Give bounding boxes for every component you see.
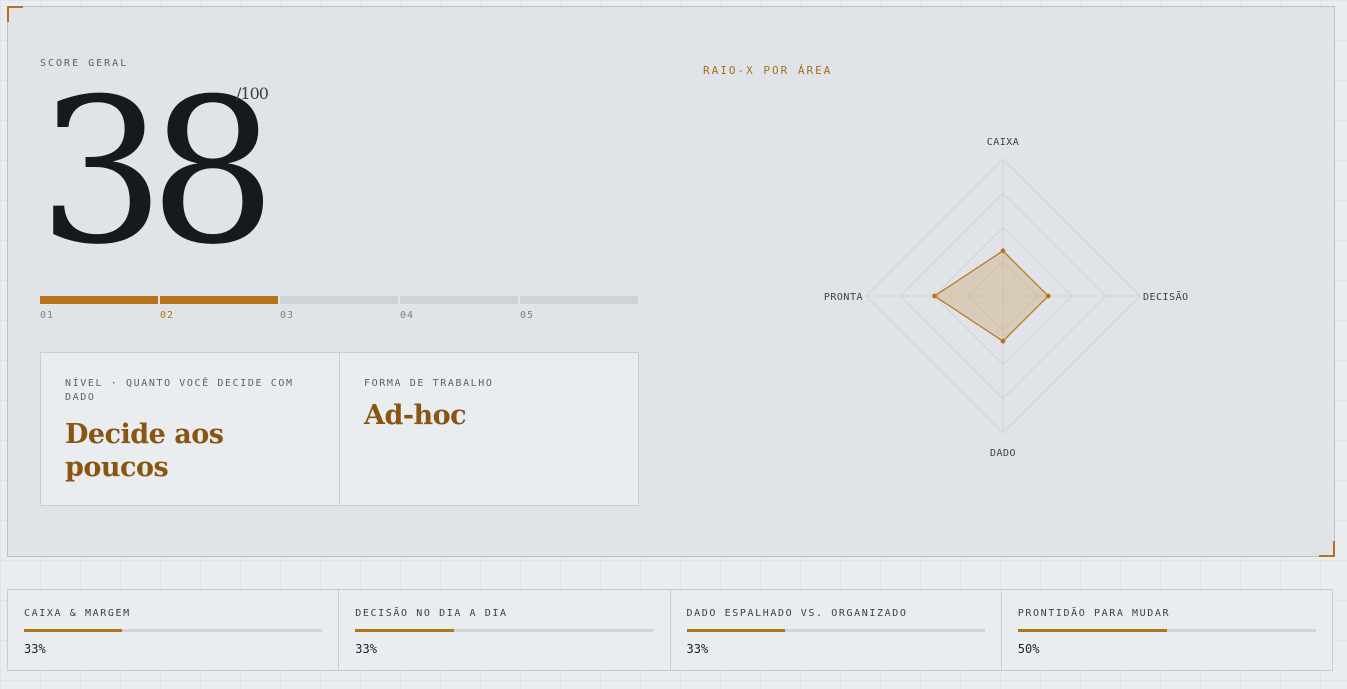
radar-point-pronta xyxy=(932,293,937,299)
level-segment-4 xyxy=(400,296,518,304)
corner-mark-top-left xyxy=(7,6,23,22)
level-label-2: 02 xyxy=(160,310,175,321)
radar-point-dado xyxy=(1000,338,1006,344)
level-info-value: Decide aos poucos xyxy=(65,419,224,483)
metric-label: DADO ESPALHADO VS. ORGANIZADO xyxy=(686,608,908,619)
radar-axis-label: PRONTA xyxy=(824,292,863,303)
radar-axis-label: DADO xyxy=(990,448,1016,459)
level-label-5: 05 xyxy=(520,310,535,321)
radar-area xyxy=(933,250,1050,342)
metric-track xyxy=(1017,629,1316,632)
level-segment-1 xyxy=(40,296,158,304)
metric-value: 50% xyxy=(1017,642,1040,656)
radar-axis-label: CAIXA xyxy=(987,137,1020,148)
metric-value: 33% xyxy=(355,642,377,656)
metric-label: PRONTIDÃO PARA MUDAR xyxy=(1017,608,1171,619)
score-max: /100 xyxy=(236,84,269,103)
metric-label: CAIXA & MARGEM xyxy=(24,608,131,619)
work-mode-label: FORMA DE TRABALHO xyxy=(364,378,494,389)
metric-fill xyxy=(1017,629,1167,632)
metric-fill xyxy=(24,629,123,632)
level-segment-5 xyxy=(520,296,638,304)
metric-dado: DADO ESPALHADO VS. ORGANIZADO 33% xyxy=(669,589,1002,671)
level-label-1: 01 xyxy=(40,310,55,321)
radar-title: RAIO-X POR ÁREA xyxy=(703,64,833,77)
level-segment-2 xyxy=(160,296,278,304)
score-card: SCORE GERAL 38 /100 01 02 03 04 05 NÍVEL… xyxy=(7,6,1335,557)
radar-point-decisão xyxy=(1045,293,1051,299)
metric-label: DECISÃO NO DIA A DIA xyxy=(355,608,508,619)
metrics-row: CAIXA & MARGEM 33% DECISÃO NO DIA A DIA … xyxy=(7,589,1333,671)
level-segment-3 xyxy=(280,296,398,304)
metric-fill xyxy=(355,629,454,632)
score-value: 38 xyxy=(38,56,276,289)
metric-caixa: CAIXA & MARGEM 33% xyxy=(7,589,340,671)
level-progress xyxy=(40,296,638,304)
work-mode-box: FORMA DE TRABALHO Ad-hoc xyxy=(339,352,639,506)
corner-mark-bottom-right xyxy=(1319,541,1335,557)
level-info-box: NÍVEL · QUANTO VOCÊ DECIDE COM DADO Deci… xyxy=(40,352,340,506)
radar-axis-label: DECISÃO xyxy=(1143,290,1189,303)
metric-fill xyxy=(686,629,785,632)
work-mode-value: Ad-hoc xyxy=(364,400,467,431)
metric-track xyxy=(355,629,654,632)
radar-chart: CAIXA DECISÃO DADO PRONTA xyxy=(824,137,1189,459)
metric-track xyxy=(686,629,985,632)
metric-track xyxy=(24,629,323,632)
radar-point-caixa xyxy=(1000,248,1006,254)
level-info-label: NÍVEL · QUANTO VOCÊ DECIDE COM DADO xyxy=(65,378,294,403)
metric-decisao: DECISÃO NO DIA A DIA 33% xyxy=(338,589,671,671)
metric-value: 33% xyxy=(24,642,46,656)
level-label-3: 03 xyxy=(280,310,295,321)
metric-prontidao: PRONTIDÃO PARA MUDAR 50% xyxy=(1000,589,1333,671)
level-labels: 01 02 03 04 05 xyxy=(40,310,638,321)
level-label-4: 04 xyxy=(400,310,415,321)
metric-value: 33% xyxy=(686,642,709,656)
